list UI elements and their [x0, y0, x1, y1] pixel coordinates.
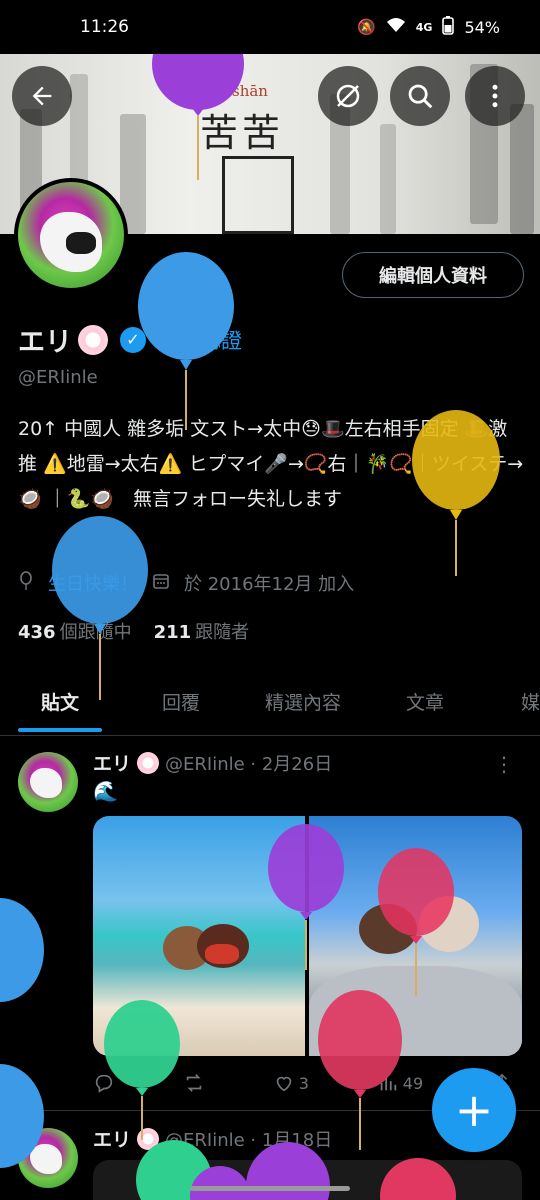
post-header: エリ @ERIinle · 2月26日: [93, 749, 332, 776]
banner-calligraphy: 苦苦: [200, 111, 285, 155]
more-vertical-icon: [492, 84, 498, 108]
incognito-button[interactable]: [318, 66, 378, 126]
battery-icon: [442, 15, 455, 39]
flower-badge-icon: [137, 751, 160, 774]
back-button[interactable]: [12, 66, 72, 126]
following-count: 436: [18, 622, 56, 643]
reply-icon: [95, 1074, 113, 1093]
flower-badge-icon: [78, 324, 108, 355]
reply-button[interactable]: [93, 1072, 115, 1094]
flower-badge-icon: [137, 1127, 160, 1150]
verified-label[interactable]: 獲得認證: [158, 325, 242, 355]
profile-meta: 生日快樂！ 於 2016年12月 加入: [18, 570, 354, 596]
post-meta: @ERIinle · 1月18日: [165, 1129, 333, 1151]
post-photo-rock[interactable]: [309, 816, 522, 1056]
post-media[interactable]: [93, 816, 522, 1056]
mute-icon: 🔕: [357, 18, 376, 36]
post-header: エリ @ERIinle · 1月18日: [93, 1125, 332, 1152]
profile-avatar[interactable]: [14, 178, 128, 292]
tab-highlights[interactable]: 精選內容: [242, 672, 364, 735]
plus-icon: +: [454, 1083, 494, 1137]
followers-count: 211: [153, 622, 192, 643]
follow-stats: 436 個跟隨中 211 跟隨者: [18, 618, 249, 644]
joined-date: 於 2016年12月 加入: [184, 574, 355, 595]
tab-articles[interactable]: 文章: [364, 672, 486, 735]
home-indicator[interactable]: [190, 1186, 350, 1191]
views-icon: [380, 1077, 397, 1091]
following-label: 個跟隨中: [59, 622, 132, 643]
more-button[interactable]: [465, 66, 525, 126]
like-count: 3: [298, 1073, 309, 1093]
post-photo-beach[interactable]: [93, 816, 305, 1056]
status-time: 11:26: [80, 17, 129, 37]
repost-button[interactable]: [183, 1072, 205, 1094]
post-meta: @ERIinle · 2月26日: [165, 753, 333, 775]
tab-active-indicator: [18, 728, 102, 732]
profile-bio: 20↑ 中國人 雜多垢 文スト→太中😓🎩左右相手固定 🎩激推 ⚠️地雷→太右⚠️…: [18, 418, 524, 510]
network-type: 4G: [415, 20, 433, 34]
following-link[interactable]: 436 個跟隨中: [18, 618, 132, 644]
post-avatar[interactable]: [18, 752, 78, 812]
post-avatar[interactable]: [18, 1128, 78, 1188]
like-button[interactable]: 3: [273, 1072, 309, 1094]
tab-replies[interactable]: 回覆: [120, 672, 242, 735]
banner-frame: [222, 156, 294, 234]
status-icons: 🔕 4G 54%: [357, 15, 500, 39]
search-icon: [408, 84, 433, 109]
post-author-name: エリ: [93, 753, 132, 775]
post-media-partial[interactable]: [93, 1160, 522, 1200]
view-count: 49: [402, 1073, 424, 1093]
search-button[interactable]: [390, 66, 450, 126]
tab-posts[interactable]: 貼文: [0, 672, 120, 735]
profile-tabs: 貼文 回覆 精選內容 文章 媒: [0, 672, 540, 736]
heart-icon: [276, 1076, 291, 1092]
post-more-icon[interactable]: ⋮: [494, 752, 514, 776]
repost-icon: [186, 1074, 202, 1092]
status-bar: 11:26 🔕 4G 54%: [0, 0, 540, 54]
views-button[interactable]: 49: [377, 1072, 423, 1094]
arrow-left-icon: [32, 86, 52, 106]
post-author-name: エリ: [93, 1129, 132, 1151]
battery-percent: 54%: [464, 17, 500, 37]
compose-button[interactable]: +: [432, 1068, 516, 1152]
edit-profile-button[interactable]: 編輯個人資料: [342, 252, 524, 298]
verified-badge-icon[interactable]: ✓: [120, 326, 146, 353]
post-text: 🌊: [93, 779, 118, 803]
balloon-small-icon: [18, 570, 34, 596]
wifi-icon: [386, 17, 406, 37]
calendar-icon: [152, 572, 170, 595]
birthday-text[interactable]: 生日快樂！: [48, 570, 138, 596]
profile-handle: @ERIinle: [18, 367, 98, 388]
balloon-blue-edge: [0, 898, 44, 1168]
no-circle-icon: [336, 84, 360, 108]
banner-pinyin: shān: [232, 82, 268, 100]
followers-label: 跟隨者: [195, 622, 250, 643]
tab-media[interactable]: 媒: [486, 672, 540, 735]
profile-name-row: エリ ✓ 獲得認證: [18, 320, 242, 359]
followers-link[interactable]: 211 跟隨者: [154, 618, 250, 644]
profile-name: エリ: [18, 327, 72, 358]
